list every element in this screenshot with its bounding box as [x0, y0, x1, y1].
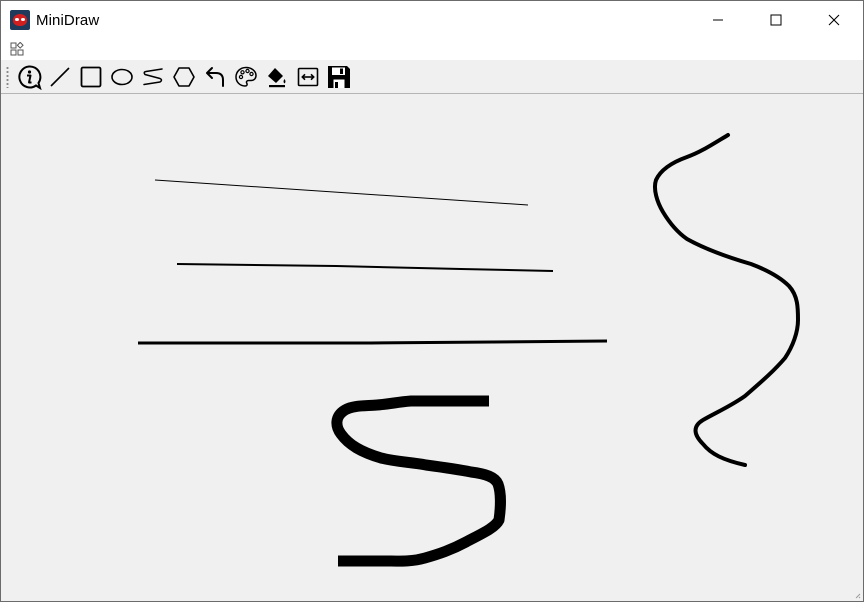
ellipse-icon [110, 68, 133, 85]
menu-grid-icon[interactable] [10, 42, 24, 56]
polygon-icon [172, 66, 195, 87]
thick-line-shape [138, 339, 608, 345]
line-icon [49, 66, 70, 87]
save-button[interactable] [324, 62, 353, 91]
close-button[interactable] [805, 1, 863, 39]
title-bar[interactable]: MiniDraw [1, 1, 863, 39]
toolbar-grip[interactable] [6, 66, 9, 88]
info-icon [17, 64, 42, 90]
undo-button[interactable] [200, 62, 229, 91]
line-width-button[interactable] [293, 62, 322, 91]
minimize-icon [713, 19, 723, 21]
window-title: MiniDraw [36, 11, 100, 29]
fill-button[interactable] [262, 62, 291, 91]
freehand-curve-bottom [331, 395, 506, 567]
freehand-curve-right [652, 133, 800, 467]
info-button[interactable] [14, 62, 43, 91]
canvas-drawing [138, 133, 800, 567]
rectangle-tool-button[interactable] [76, 62, 105, 91]
line-width-icon [297, 67, 318, 86]
freehand-icon [142, 67, 163, 85]
toolbar [1, 60, 863, 94]
window-controls [689, 1, 863, 39]
paint-bucket-icon [267, 67, 285, 87]
line-tool-button[interactable] [45, 62, 74, 91]
menu-bar [1, 39, 863, 60]
resize-grip-icon[interactable] [853, 591, 861, 599]
maximize-button[interactable] [747, 1, 805, 39]
rectangle-icon [80, 66, 101, 87]
ellipse-tool-button[interactable] [107, 62, 136, 91]
polygon-tool-button[interactable] [169, 62, 198, 91]
medium-line-shape [176, 263, 554, 272]
palette-icon [234, 66, 257, 87]
minimize-button[interactable] [689, 1, 747, 39]
thin-line-shape [154, 179, 529, 206]
freehand-tool-button[interactable] [138, 62, 167, 91]
undo-icon [205, 66, 224, 87]
drawing-canvas[interactable] [1, 94, 863, 601]
app-window: MiniDraw [0, 0, 864, 602]
save-icon [327, 65, 350, 88]
color-button[interactable] [231, 62, 260, 91]
maximize-icon [770, 14, 782, 26]
app-icon [10, 10, 30, 30]
close-icon [828, 14, 840, 26]
